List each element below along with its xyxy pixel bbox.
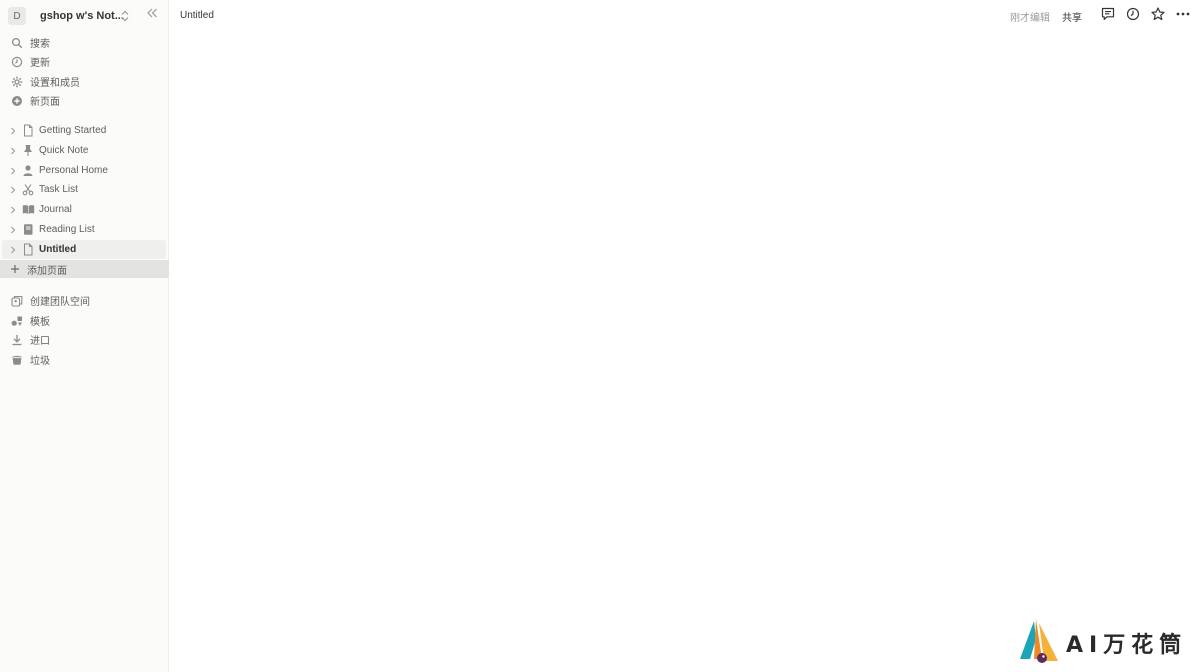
workspace-switcher[interactable]: D gshop w's Not... [4,4,134,28]
sidebar-item-label: 搜索 [30,39,50,50]
add-page-button[interactable]: 添加页面 [0,260,169,278]
sidebar-item-label: 创建团队空间 [30,297,90,308]
sidebar-item-label: 垃圾 [30,356,50,367]
collapse-sidebar-button[interactable] [143,6,161,24]
sidebar-item-new-page[interactable]: 新页面 [2,91,166,110]
sidebar-item-label: 设置和成员 [30,78,80,89]
trash-icon [10,353,24,367]
page-item-quick-note[interactable]: Quick Note [2,141,166,160]
pin-icon [21,144,35,158]
download-icon [10,333,24,347]
share-button[interactable]: 共享 [1062,9,1082,24]
edited-status: 刚才编辑 [1010,12,1050,24]
notion-app: D gshop w's Not... 搜索 更新 设置和成员 新页面 Getti… [0,0,1200,672]
page-item-label: Getting Started [39,125,107,136]
page-item-label: Task List [39,184,78,195]
page-item-task-list[interactable]: Task List [2,180,166,199]
teamspace-icon [10,294,24,308]
clock-icon [10,55,24,69]
chevron-right-icon[interactable] [8,124,18,138]
page-item-label: Journal [39,204,72,215]
breadcrumb[interactable]: Untitled [180,10,214,21]
star-icon [1151,6,1165,26]
sidebar-item-settings[interactable]: 设置和成员 [2,72,166,91]
add-page-label: 添加页面 [27,265,67,277]
topbar-actions: 刚才编辑 共享 [1010,6,1192,26]
workspace-name: gshop w's Not... [40,10,124,22]
search-icon [10,36,24,50]
more-options-button[interactable] [1174,7,1192,25]
book-icon [21,203,35,217]
page-icon [21,124,35,138]
notebook-icon [21,223,35,237]
sidebar-item-label: 更新 [30,58,50,69]
page-item-label: Personal Home [39,165,108,176]
page-item-journal[interactable]: Journal [2,200,166,219]
chevron-right-icon[interactable] [8,183,18,197]
scissors-icon [21,183,35,197]
favorite-button[interactable] [1149,6,1167,26]
sidebar-item-label: 新页面 [30,97,60,108]
history-icon [1126,7,1140,26]
sidebar-item-templates[interactable]: 模板 [2,311,166,330]
chevron-right-icon[interactable] [8,223,18,237]
page-icon [21,243,35,257]
page-item-personal-home[interactable]: Personal Home [2,161,166,180]
workspace-avatar: D [8,7,26,25]
main-content: Untitled 刚才编辑 共享 [169,0,1200,672]
watermark-logo [1018,615,1062,672]
gear-icon [10,75,24,89]
comment-icon [1101,7,1115,26]
sidebar-item-label: 模板 [30,317,50,328]
page-item-untitled[interactable]: Untitled [2,240,166,259]
sidebar-item-search[interactable]: 搜索 [2,33,166,52]
chevron-right-icon[interactable] [8,144,18,158]
page-item-reading-list[interactable]: Reading List [2,220,166,239]
history-button[interactable] [1124,7,1142,25]
chevron-right-icon[interactable] [8,243,18,257]
chevron-right-icon[interactable] [8,203,18,217]
page-item-label: Quick Note [39,145,89,156]
sidebar-item-updates[interactable]: 更新 [2,52,166,71]
page-item-label: Untitled [39,244,77,255]
chevron-updown-icon [120,9,130,27]
watermark-text: AI万花筒 [1066,633,1188,658]
sidebar-item-label: 进口 [30,336,50,347]
sidebar-item-import[interactable]: 进口 [2,330,166,349]
comments-button[interactable] [1099,7,1117,25]
page-item-label: Reading List [39,224,95,235]
sidebar-item-create-teamspace[interactable]: 创建团队空间 [2,291,166,310]
sidebar-item-trash[interactable]: 垃圾 [2,350,166,369]
plus-circle-icon [10,94,24,108]
sidebar: D gshop w's Not... 搜索 更新 设置和成员 新页面 Getti… [0,0,169,672]
shapes-icon [10,314,24,328]
watermark: AI万花筒 [1018,616,1194,670]
person-icon [21,164,35,178]
double-chevron-left-icon [146,6,158,24]
more-icon [1176,7,1190,26]
page-item-getting-started[interactable]: Getting Started [2,121,166,140]
chevron-right-icon[interactable] [8,164,18,178]
plus-icon [9,262,21,276]
